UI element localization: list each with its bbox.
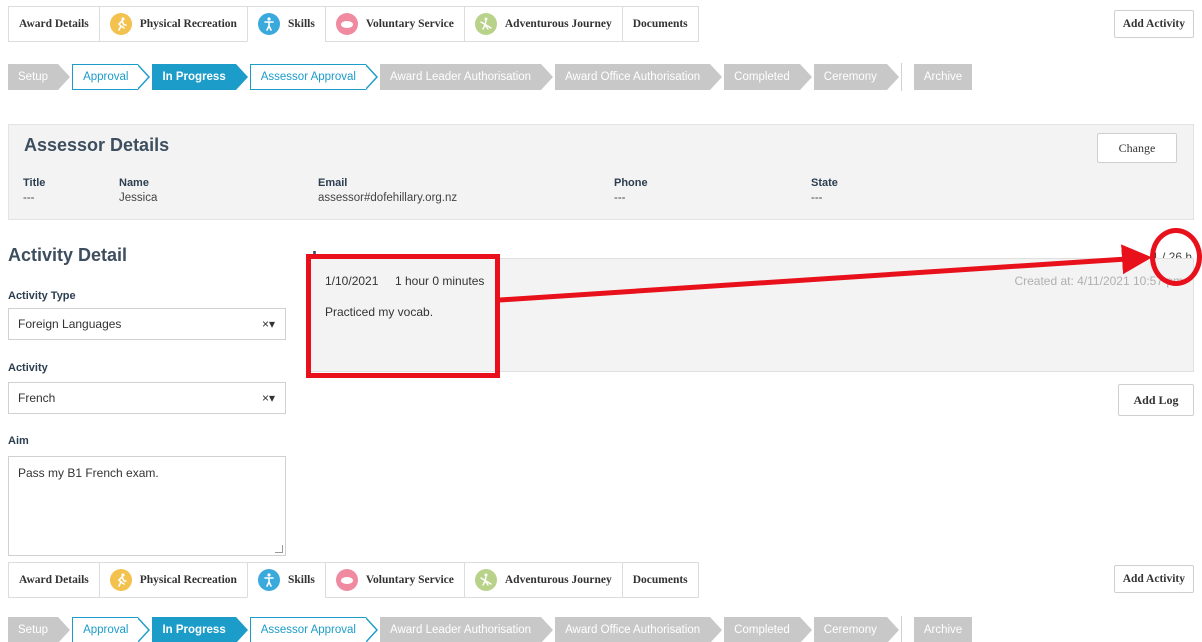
field-value: Jessica <box>119 192 158 204</box>
assessor-title-field: Title --- <box>23 177 45 204</box>
step-completed[interactable]: Completed <box>724 64 812 90</box>
field-value: --- <box>614 192 626 204</box>
tab-label: Adventurous Journey <box>504 18 612 30</box>
activity-detail-title: Activity Detail <box>8 245 128 265</box>
tab-skills[interactable]: Skills <box>246 6 325 42</box>
step-ceremony[interactable]: Ceremony <box>813 64 899 90</box>
tab-label: Documents <box>632 574 688 586</box>
annotation-highlight-circle <box>1150 228 1202 286</box>
step-assessor-approval[interactable]: Assessor Approval <box>249 64 379 90</box>
field-label: State <box>811 177 838 189</box>
tab-award-details[interactable]: Award Details <box>8 562 99 598</box>
tab-physical-recreation[interactable]: Physical Recreation <box>98 562 247 598</box>
aim-value: Pass my B1 French exam. <box>18 466 159 480</box>
tab-adventurous-journey[interactable]: Adventurous Journey <box>463 6 622 42</box>
step-approval[interactable]: Approval <box>72 617 151 642</box>
heart-hands-icon <box>335 13 358 35</box>
hiker-icon <box>474 13 497 35</box>
activity-value: French <box>18 391 56 405</box>
clear-dropdown-icon[interactable]: ×▾ <box>262 317 275 331</box>
tab-label: Skills <box>287 18 315 30</box>
assessor-name-field: Name Jessica <box>119 177 157 204</box>
field-value: assessor#dofehillary.org.nz <box>318 192 458 204</box>
tab-physical-recreation[interactable]: Physical Recreation <box>98 6 247 42</box>
assessor-phone-field: Phone --- <box>614 177 648 204</box>
assessor-details-title: Assessor Details <box>24 135 170 155</box>
clear-dropdown-icon[interactable]: ×▾ <box>262 391 275 405</box>
assessor-email-field: Email assessor#dofehillary.org.nz <box>318 177 457 204</box>
tab-label: Physical Recreation <box>139 574 237 586</box>
runner-icon <box>109 569 132 591</box>
tab-documents[interactable]: Documents <box>621 562 699 598</box>
step-award-leader-authorisation[interactable]: Award Leader Authorisation <box>379 617 554 642</box>
tab-label: Award Details <box>19 574 89 586</box>
step-completed[interactable]: Completed <box>724 617 812 642</box>
tab-label: Skills <box>287 574 315 586</box>
resize-handle-icon[interactable] <box>275 545 283 553</box>
tab-label: Documents <box>632 18 688 30</box>
tab-label: Voluntary Service <box>365 18 454 30</box>
step-archive[interactable]: Archive <box>913 64 973 90</box>
runner-icon <box>109 13 132 35</box>
add-log-button[interactable]: Add Log <box>1118 384 1194 416</box>
activity-tabs-bottom: Award Details Physical Recreation Skills Vo… <box>8 562 699 598</box>
field-value: --- <box>811 192 823 204</box>
hiker-icon <box>474 569 497 591</box>
field-label: Email <box>318 177 348 189</box>
stepper-divider <box>900 616 902 642</box>
step-award-office-authorisation[interactable]: Award Office Authorisation <box>555 617 723 642</box>
activity-type-label: Activity Type <box>8 290 76 302</box>
activity-label: Activity <box>8 362 48 374</box>
tab-voluntary-service[interactable]: Voluntary Service <box>324 562 464 598</box>
stepper-divider <box>900 63 902 91</box>
assessor-details-panel: Assessor Details Change Title --- Name J… <box>8 124 1194 220</box>
tab-label: Award Details <box>19 18 89 30</box>
aim-label: Aim <box>8 435 29 447</box>
step-in-progress[interactable]: In Progress <box>152 617 249 642</box>
activity-tabs: Award Details Physical Recreation Skills Vo… <box>8 6 699 42</box>
activity-select[interactable]: French ×▾ <box>8 382 286 414</box>
tab-adventurous-journey[interactable]: Adventurous Journey <box>463 562 622 598</box>
tab-label: Physical Recreation <box>139 18 237 30</box>
activity-type-value: Foreign Languages <box>18 317 122 331</box>
person-icon <box>257 569 280 591</box>
change-assessor-button[interactable]: Change <box>1097 133 1177 163</box>
step-setup[interactable]: Setup <box>8 617 71 642</box>
field-label: Title <box>23 177 46 189</box>
tab-label: Adventurous Journey <box>504 574 612 586</box>
status-stepper: Setup Approval In Progress Assessor Approva… <box>8 63 986 91</box>
step-award-office-authorisation[interactable]: Award Office Authorisation <box>555 64 723 90</box>
tab-award-details[interactable]: Award Details <box>8 6 99 42</box>
tab-skills[interactable]: Skills <box>246 562 325 598</box>
status-stepper-bottom: Setup Approval In Progress Assessor Approva… <box>8 616 986 642</box>
step-in-progress[interactable]: In Progress <box>152 64 249 90</box>
assessor-state-field: State --- <box>811 177 838 204</box>
heart-hands-icon <box>335 569 358 591</box>
tab-documents[interactable]: Documents <box>621 6 699 42</box>
step-approval[interactable]: Approval <box>72 64 151 90</box>
annotation-highlight-box <box>306 254 500 378</box>
activity-type-select[interactable]: Foreign Languages ×▾ <box>8 308 286 340</box>
tab-label: Voluntary Service <box>365 574 454 586</box>
field-label: Name <box>119 177 149 189</box>
step-ceremony[interactable]: Ceremony <box>813 617 899 642</box>
step-award-leader-authorisation[interactable]: Award Leader Authorisation <box>379 64 554 90</box>
field-value: --- <box>23 192 35 204</box>
step-assessor-approval[interactable]: Assessor Approval <box>249 617 379 642</box>
add-activity-button-bottom[interactable]: Add Activity <box>1113 565 1194 593</box>
aim-textarea[interactable]: Pass my B1 French exam. <box>8 456 286 556</box>
tab-voluntary-service[interactable]: Voluntary Service <box>324 6 464 42</box>
add-activity-button[interactable]: Add Activity <box>1113 10 1194 38</box>
step-archive[interactable]: Archive <box>913 617 973 642</box>
step-setup[interactable]: Setup <box>8 64 71 90</box>
person-icon <box>257 13 280 35</box>
field-label: Phone <box>614 177 648 189</box>
